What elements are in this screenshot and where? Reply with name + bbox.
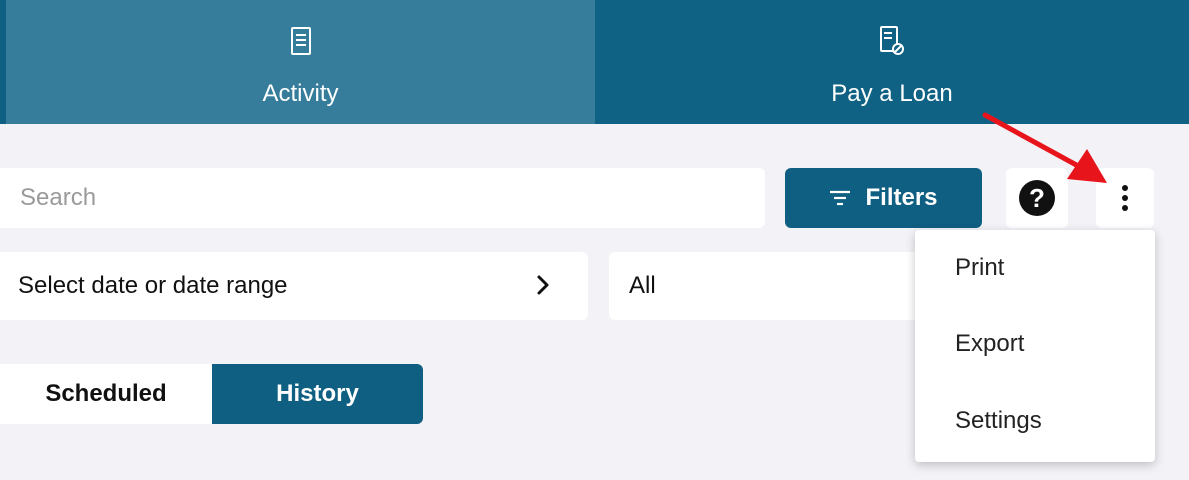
filters-label: Filters bbox=[865, 184, 938, 211]
menu-item-settings[interactable]: Settings bbox=[955, 407, 1042, 435]
pay-loan-icon bbox=[879, 24, 905, 58]
segment-scheduled[interactable]: Scheduled bbox=[0, 364, 212, 424]
date-range-label: Select date or date range bbox=[18, 272, 288, 299]
transaction-type-select[interactable]: All bbox=[609, 252, 919, 320]
segment-history[interactable]: History bbox=[212, 364, 423, 424]
menu-item-export[interactable]: Export bbox=[955, 330, 1024, 358]
filter-lines-icon bbox=[829, 189, 851, 207]
view-toggle: Scheduled History bbox=[0, 364, 423, 424]
chevron-right-icon bbox=[536, 274, 550, 301]
search-field bbox=[0, 168, 765, 228]
menu-item-print[interactable]: Print bbox=[955, 254, 1004, 282]
tab-activity[interactable]: Activity bbox=[0, 0, 595, 124]
receipt-icon bbox=[290, 24, 312, 58]
tab-pay-a-loan-label: Pay a Loan bbox=[831, 80, 953, 107]
more-options-menu: Print Export Settings bbox=[915, 230, 1155, 462]
tab-activity-label: Activity bbox=[262, 80, 339, 107]
filters-button[interactable]: Filters bbox=[785, 168, 982, 228]
date-range-selector[interactable]: Select date or date range bbox=[0, 252, 588, 320]
red-arrow-icon bbox=[982, 112, 1107, 183]
transaction-type-value: All bbox=[629, 272, 656, 299]
search-input[interactable] bbox=[18, 183, 722, 213]
